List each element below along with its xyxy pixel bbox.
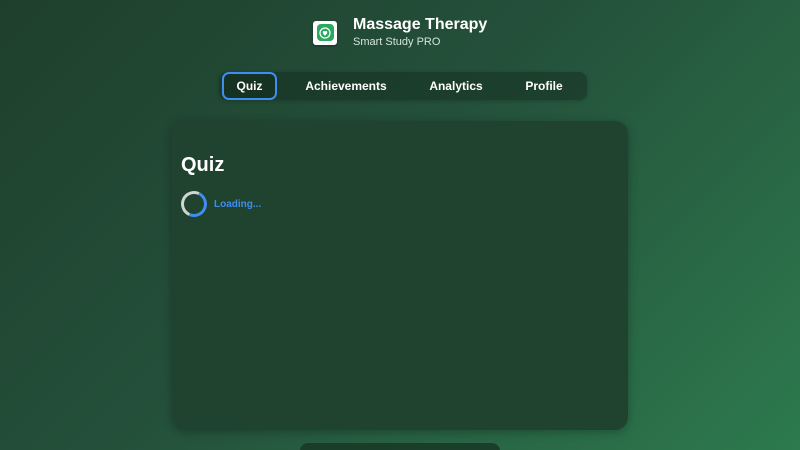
tab-profile[interactable]: Profile <box>516 72 572 100</box>
app-title: Massage Therapy <box>353 16 488 33</box>
tab-analytics[interactable]: Analytics <box>419 72 493 100</box>
loading-text: Loading... <box>214 198 262 210</box>
main-nav: Quiz Achievements Analytics Profile <box>219 72 587 100</box>
loading-indicator: Loading... <box>177 187 262 221</box>
quiz-card: Quiz Loading... <box>172 121 628 430</box>
tab-quiz[interactable]: Quiz <box>222 72 277 100</box>
app-logo <box>313 20 337 45</box>
heart-hands-icon <box>316 24 334 41</box>
tab-achievements[interactable]: Achievements <box>294 72 398 100</box>
spinner-icon <box>177 187 211 221</box>
app-titles: Massage Therapy Smart Study PRO <box>353 16 487 49</box>
app-header: Massage Therapy Smart Study PRO <box>313 16 487 49</box>
bottom-panel <box>300 443 500 450</box>
page-title: Quiz <box>181 154 225 176</box>
app-subtitle: Smart Study PRO <box>353 36 441 48</box>
